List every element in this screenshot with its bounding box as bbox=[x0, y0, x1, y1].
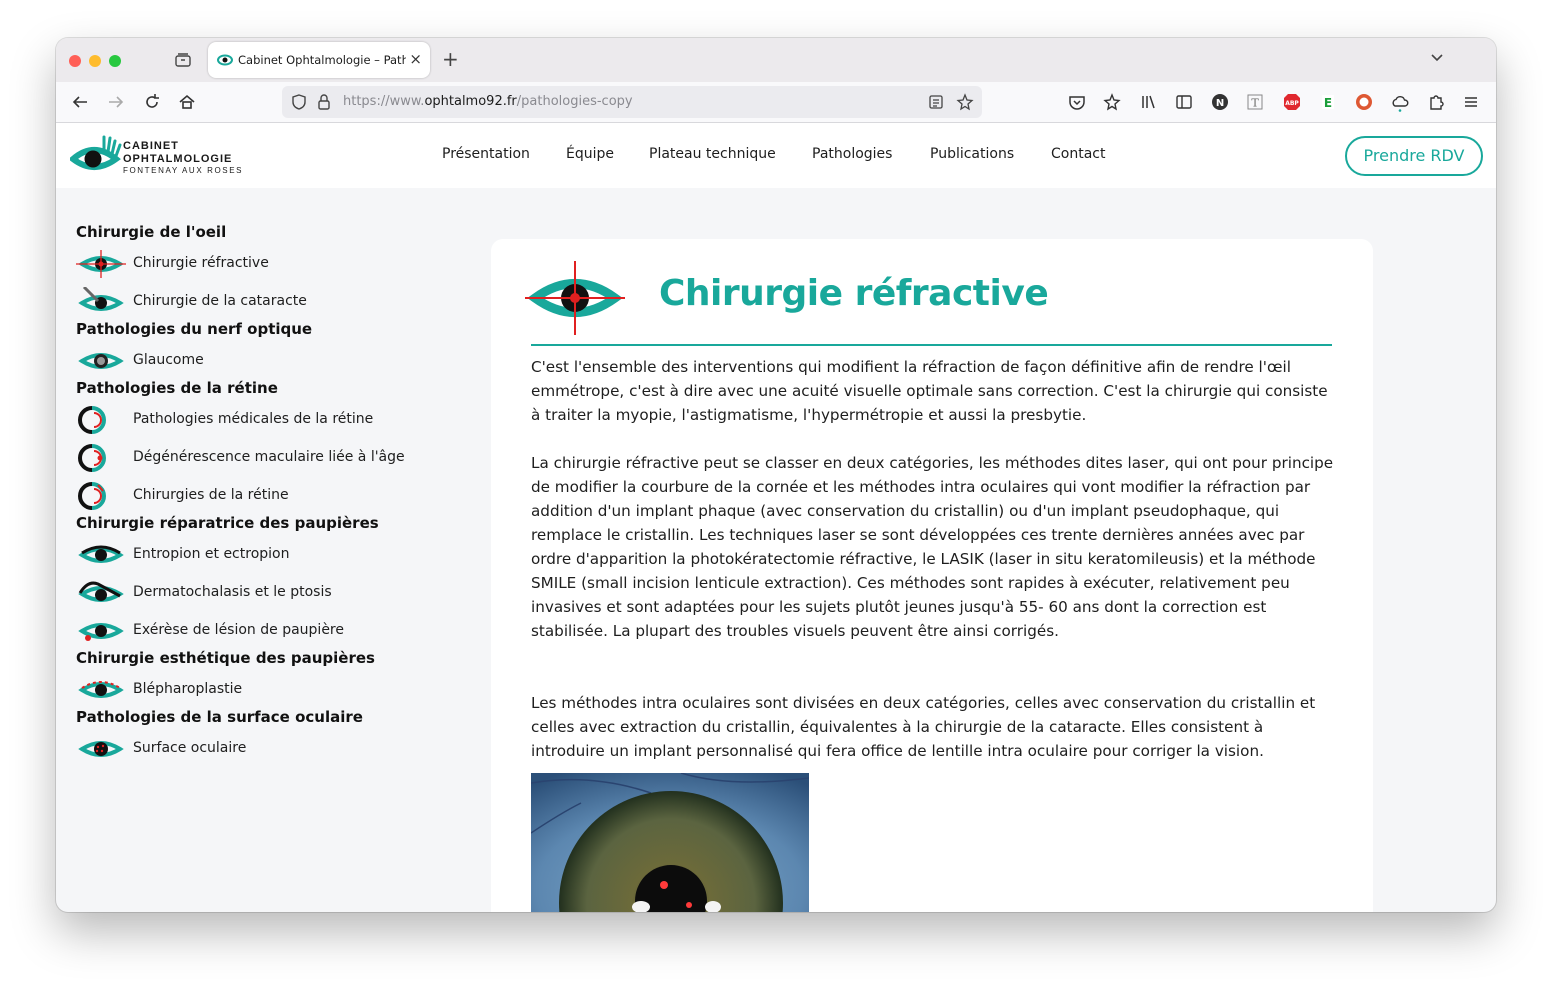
logo-line-2: OPHTALMOLOGIE bbox=[123, 153, 233, 165]
duckduckgo-icon[interactable] bbox=[1354, 92, 1374, 112]
close-window-button[interactable] bbox=[69, 55, 81, 67]
nav-pathologies[interactable]: Pathologies bbox=[812, 146, 892, 162]
site-header: CABINET OPHTALMOLOGIE FONTENAY AUX ROSES… bbox=[56, 123, 1496, 188]
logo-line-1: CABINET bbox=[123, 140, 179, 152]
page-title: Chirurgie réfractive bbox=[659, 273, 1049, 314]
list-all-tabs-icon[interactable] bbox=[1430, 50, 1444, 64]
new-tab-button[interactable]: + bbox=[442, 48, 459, 70]
address-bar[interactable]: https://www.ophtalmo92.fr/pathologies-co… bbox=[282, 86, 982, 118]
logo-eye-icon bbox=[68, 135, 122, 170]
category-nerf-optique: Pathologies du nerf optique bbox=[76, 320, 313, 338]
reload-icon[interactable] bbox=[142, 92, 162, 112]
category-chirurgie-esthetique: Chirurgie esthétique des paupières bbox=[76, 649, 375, 667]
site-favicon-icon bbox=[217, 54, 233, 66]
nav-equipe[interactable]: Équipe bbox=[566, 146, 614, 162]
article-paragraph-3: Les méthodes intra oculaires sont divisé… bbox=[531, 694, 1316, 760]
tab-title: Cabinet Ophtalmologie – Pathol bbox=[238, 53, 406, 67]
ocular-surface-icon bbox=[78, 741, 124, 757]
forward-arrow-icon[interactable] bbox=[106, 92, 126, 112]
macular-degeneration-icon bbox=[78, 444, 106, 472]
sidebar-item-exerese[interactable]: Exérèse de lésion de paupière bbox=[76, 616, 476, 646]
lock-icon[interactable] bbox=[316, 93, 332, 111]
sidebar-item-blepharoplastie[interactable]: Blépharoplastie bbox=[76, 675, 476, 705]
retina-medical-icon bbox=[78, 406, 106, 434]
logo-line-3: FONTENAY AUX ROSES bbox=[123, 166, 244, 175]
eyelid-ptosis-icon bbox=[78, 581, 124, 602]
pathologies-sidebar: Chirurgie de l'oeil Chirurgie réfractive… bbox=[56, 188, 486, 912]
sidebar-item-entropion[interactable]: Entropion et ectropion bbox=[76, 540, 476, 570]
nav-presentation[interactable]: Présentation bbox=[442, 146, 530, 162]
blepharoplasty-icon bbox=[78, 681, 124, 698]
svg-text:T: T bbox=[1251, 97, 1259, 110]
bookmark-star-icon[interactable] bbox=[956, 93, 974, 111]
tracking-protection-icon[interactable] bbox=[290, 93, 308, 111]
sidebar-item-cataracte[interactable]: Chirurgie de la cataracte bbox=[76, 287, 476, 317]
category-chirurgie-oeil: Chirurgie de l'oeil bbox=[76, 223, 227, 241]
home-icon[interactable] bbox=[177, 92, 197, 112]
menu-hamburger-icon[interactable] bbox=[1461, 92, 1481, 112]
retina-surgery-icon bbox=[78, 482, 106, 510]
browser-window: Cabinet Ophtalmologie – Pathol × + https… bbox=[56, 38, 1496, 912]
adblock-plus-icon[interactable]: ABP bbox=[1282, 92, 1302, 112]
nav-publications[interactable]: Publications bbox=[930, 146, 1014, 162]
svg-text:ABP: ABP bbox=[1285, 100, 1299, 107]
nav-contact[interactable]: Contact bbox=[1051, 146, 1105, 162]
extension-star-icon[interactable] bbox=[1102, 92, 1122, 112]
category-surface-oculaire: Pathologies de la surface oculaire bbox=[76, 708, 363, 726]
pocket-icon[interactable] bbox=[1067, 92, 1087, 112]
url-text[interactable]: https://www.ophtalmo92.fr/pathologies-co… bbox=[343, 94, 633, 109]
tab-strip: Cabinet Ophtalmologie – Pathol × + bbox=[56, 38, 1496, 82]
eyelid-lesion-icon bbox=[78, 623, 124, 641]
sidebar-item-pathologies-medicales-retine[interactable]: Pathologies médicales de la rétine bbox=[76, 405, 476, 435]
site-logo[interactable]: CABINET OPHTALMOLOGIE FONTENAY AUX ROSES bbox=[68, 135, 250, 179]
prendre-rdv-button[interactable]: Prendre RDV bbox=[1345, 136, 1483, 176]
refractive-surgery-hero-icon bbox=[525, 261, 625, 335]
cataract-eye-icon bbox=[78, 287, 124, 311]
eyelid-entropion-icon bbox=[78, 545, 124, 563]
navigation-toolbar: https://www.ophtalmo92.fr/pathologies-co… bbox=[56, 82, 1496, 123]
sidebar-item-chirurgie-refractive[interactable]: Chirurgie réfractive bbox=[76, 249, 476, 279]
glaucoma-eye-icon bbox=[78, 353, 124, 369]
zoom-window-button[interactable] bbox=[109, 55, 121, 67]
sidebar-item-glaucome[interactable]: Glaucome bbox=[76, 346, 476, 376]
svg-text:E: E bbox=[1324, 96, 1332, 110]
sidebar-toggle-icon[interactable] bbox=[1174, 92, 1194, 112]
n-extension-icon[interactable]: N bbox=[1210, 92, 1230, 112]
sidebar-item-dmla[interactable]: Dégénérescence maculaire liée à l'âge bbox=[76, 443, 476, 473]
title-divider bbox=[531, 344, 1332, 346]
category-chirurgie-reparatrice: Chirurgie réparatrice des paupières bbox=[76, 514, 379, 532]
article-paragraph-2: La chirurgie réfractive peut se classer … bbox=[531, 454, 1334, 640]
nav-plateau-technique[interactable]: Plateau technique bbox=[649, 146, 776, 162]
reader-view-icon[interactable] bbox=[928, 94, 944, 110]
tab-close-icon[interactable]: × bbox=[409, 50, 422, 68]
category-retine: Pathologies de la rétine bbox=[76, 379, 278, 397]
extensions-puzzle-icon[interactable] bbox=[1426, 92, 1446, 112]
minimize-window-button[interactable] bbox=[89, 55, 101, 67]
active-tab[interactable]: Cabinet Ophtalmologie – Pathol × bbox=[208, 42, 430, 78]
eye-photo bbox=[531, 773, 809, 912]
library-icon[interactable] bbox=[1139, 92, 1159, 112]
sidebar-item-dermatochalasis[interactable]: Dermatochalasis et le ptosis bbox=[76, 578, 476, 608]
article-paragraph-1: C'est l'ensemble des interventions qui m… bbox=[531, 358, 1328, 424]
article-card: Chirurgie réfractive C'est l'ensemble de… bbox=[491, 239, 1373, 912]
svg-text:N: N bbox=[1216, 98, 1224, 109]
t-extension-icon[interactable]: T bbox=[1245, 92, 1265, 112]
sidebar-item-surface-oculaire[interactable]: Surface oculaire bbox=[76, 734, 476, 764]
sync-cloud-icon[interactable] bbox=[1390, 92, 1410, 112]
sidebar-item-chirurgies-retine[interactable]: Chirurgies de la rétine bbox=[76, 481, 476, 511]
back-arrow-icon[interactable] bbox=[70, 92, 90, 112]
tab-overview-icon[interactable] bbox=[174, 51, 192, 69]
refractive-eye-icon bbox=[76, 250, 126, 278]
e-extension-icon[interactable]: E bbox=[1318, 92, 1338, 112]
